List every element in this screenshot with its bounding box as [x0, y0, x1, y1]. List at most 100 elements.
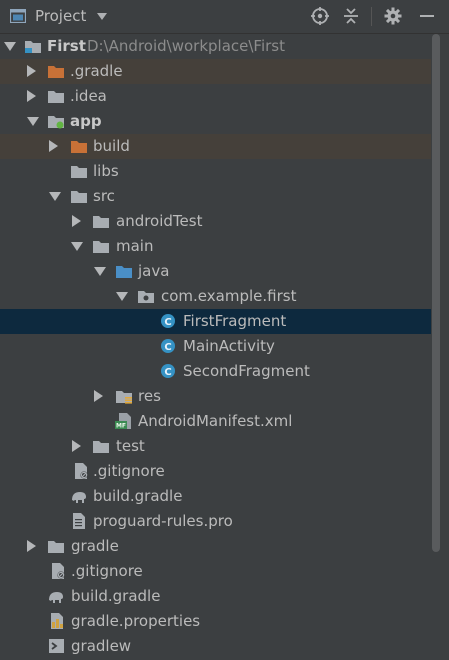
- folder-icon: [93, 441, 109, 453]
- tree-node-build-gradle-root[interactable]: build.gradle: [0, 584, 431, 609]
- folder-icon: [93, 216, 109, 228]
- tree-node-package[interactable]: com.example.first: [0, 284, 431, 309]
- tree-node-gradle-cache[interactable]: .gradle: [0, 59, 431, 84]
- project-view-icon: [10, 9, 26, 23]
- excluded-folder-icon: [71, 141, 87, 153]
- tree-node-res[interactable]: res: [0, 384, 431, 409]
- properties-file-icon: [51, 613, 63, 629]
- tree-node-label: build: [93, 137, 130, 155]
- chevron-down-icon[interactable]: [97, 13, 107, 20]
- class-icon: C: [161, 364, 175, 378]
- tree-node-label: app: [70, 112, 102, 130]
- tree-node-label: test: [116, 437, 145, 455]
- tree-node-label: SecondFragment: [183, 362, 310, 380]
- folder-icon: [71, 191, 87, 203]
- tree-node-label: .idea: [70, 87, 107, 105]
- tree-node-build-gradle-app[interactable]: build.gradle: [0, 484, 431, 509]
- tree-node-label: proguard-rules.pro: [93, 512, 233, 530]
- tree-node-label: .gitignore: [71, 562, 143, 580]
- tree-node-gradlew[interactable]: gradlew: [0, 634, 431, 659]
- tree-node-gradle-properties[interactable]: gradle.properties: [0, 609, 431, 634]
- android-module-icon: [48, 116, 64, 129]
- chevron-down-icon[interactable]: [4, 42, 16, 51]
- chevron-down-icon[interactable]: [116, 292, 128, 301]
- chevron-right-icon[interactable]: [27, 65, 36, 77]
- tree-node-label: build.gradle: [93, 487, 183, 505]
- tree-node-gitignore-app[interactable]: .gitignore: [0, 459, 431, 484]
- tree-node-androidtest[interactable]: androidTest: [0, 209, 431, 234]
- module-folder-icon: [25, 41, 41, 53]
- tree-node-project-root[interactable]: First D:\Android\workplace\First: [0, 34, 431, 59]
- gear-icon[interactable]: [383, 6, 403, 26]
- project-tool-window: Project First D:\Android\workplace\First…: [0, 0, 449, 660]
- tree-node-label: build.gradle: [71, 587, 161, 605]
- tree-node-idea[interactable]: .idea: [0, 84, 431, 109]
- tree-node-label: androidTest: [116, 212, 203, 230]
- svg-text:C: C: [164, 342, 171, 353]
- resource-folder-icon: [116, 391, 132, 404]
- tree-node-label: .gitignore: [93, 462, 165, 480]
- hide-minimize-icon[interactable]: [417, 6, 437, 26]
- tree-node-label: java: [138, 262, 170, 280]
- project-panel-header: Project: [0, 0, 449, 34]
- tree-node-label: MainActivity: [183, 337, 275, 355]
- tree-node-manifest[interactable]: MF AndroidManifest.xml: [0, 409, 431, 434]
- tree-node-label: res: [138, 387, 161, 405]
- tree-node-gitignore-root[interactable]: .gitignore: [0, 559, 431, 584]
- folder-icon: [48, 91, 64, 103]
- svg-text:C: C: [164, 367, 171, 378]
- tree-node-secondfragment[interactable]: C SecondFragment: [0, 359, 431, 384]
- tree-node-src[interactable]: src: [0, 184, 431, 209]
- chevron-right-icon[interactable]: [27, 90, 36, 102]
- collapse-all-icon[interactable]: [341, 6, 361, 26]
- chevron-down-icon[interactable]: [94, 267, 106, 276]
- project-view-selector[interactable]: Project: [35, 7, 86, 25]
- chevron-right-icon[interactable]: [94, 390, 103, 402]
- chevron-right-icon[interactable]: [72, 440, 81, 452]
- tree-node-label: src: [93, 187, 115, 205]
- chevron-right-icon[interactable]: [72, 215, 81, 227]
- tree-node-label: gradle: [71, 537, 119, 555]
- text-file-icon: [73, 513, 85, 529]
- tree-node-app-module[interactable]: app: [0, 109, 431, 134]
- locate-target-icon[interactable]: [310, 6, 330, 26]
- chevron-down-icon[interactable]: [27, 117, 39, 126]
- tree-node-label: com.example.first: [161, 287, 297, 305]
- manifest-file-icon: MF: [115, 413, 131, 430]
- tree-node-label: .gradle: [70, 62, 123, 80]
- tree-node-test[interactable]: test: [0, 434, 431, 459]
- ignore-file-icon: [52, 563, 65, 579]
- shell-script-icon: [49, 639, 64, 653]
- svg-text:MF: MF: [116, 423, 126, 430]
- tree-node-gradle-dir[interactable]: gradle: [0, 534, 431, 559]
- source-folder-icon: [116, 266, 132, 278]
- class-icon: C: [161, 314, 175, 328]
- gradle-elephant-icon: [72, 492, 86, 503]
- tree-node-label: gradlew: [71, 637, 132, 655]
- chevron-right-icon[interactable]: [27, 540, 36, 552]
- vertical-scrollbar[interactable]: [432, 34, 440, 552]
- tree-node-label: First: [47, 37, 86, 55]
- chevron-down-icon[interactable]: [49, 192, 61, 201]
- tree-node-path: D:\Android\workplace\First: [87, 37, 285, 55]
- tree-node-label: gradle.properties: [71, 612, 201, 630]
- folder-icon: [48, 541, 64, 553]
- header-divider: [371, 7, 372, 26]
- class-icon: C: [161, 339, 175, 353]
- tree-node-build-dir[interactable]: build: [0, 134, 431, 159]
- package-icon: [138, 291, 154, 303]
- tree-node-label: AndroidManifest.xml: [138, 412, 293, 430]
- chevron-right-icon[interactable]: [49, 140, 58, 152]
- tree-node-proguard[interactable]: proguard-rules.pro: [0, 509, 431, 534]
- tree-node-main[interactable]: main: [0, 234, 431, 259]
- tree-node-mainactivity[interactable]: C MainActivity: [0, 334, 431, 359]
- ignore-file-icon: [75, 463, 88, 479]
- tree-node-java[interactable]: java: [0, 259, 431, 284]
- gradle-elephant-icon: [49, 592, 63, 603]
- folder-icon: [93, 241, 109, 253]
- tree-node-firstfragment[interactable]: C FirstFragment: [0, 309, 431, 334]
- tree-node-label: main: [116, 237, 154, 255]
- tree-node-libs[interactable]: libs: [0, 159, 431, 184]
- tree-node-label: libs: [93, 162, 119, 180]
- chevron-down-icon[interactable]: [71, 242, 83, 251]
